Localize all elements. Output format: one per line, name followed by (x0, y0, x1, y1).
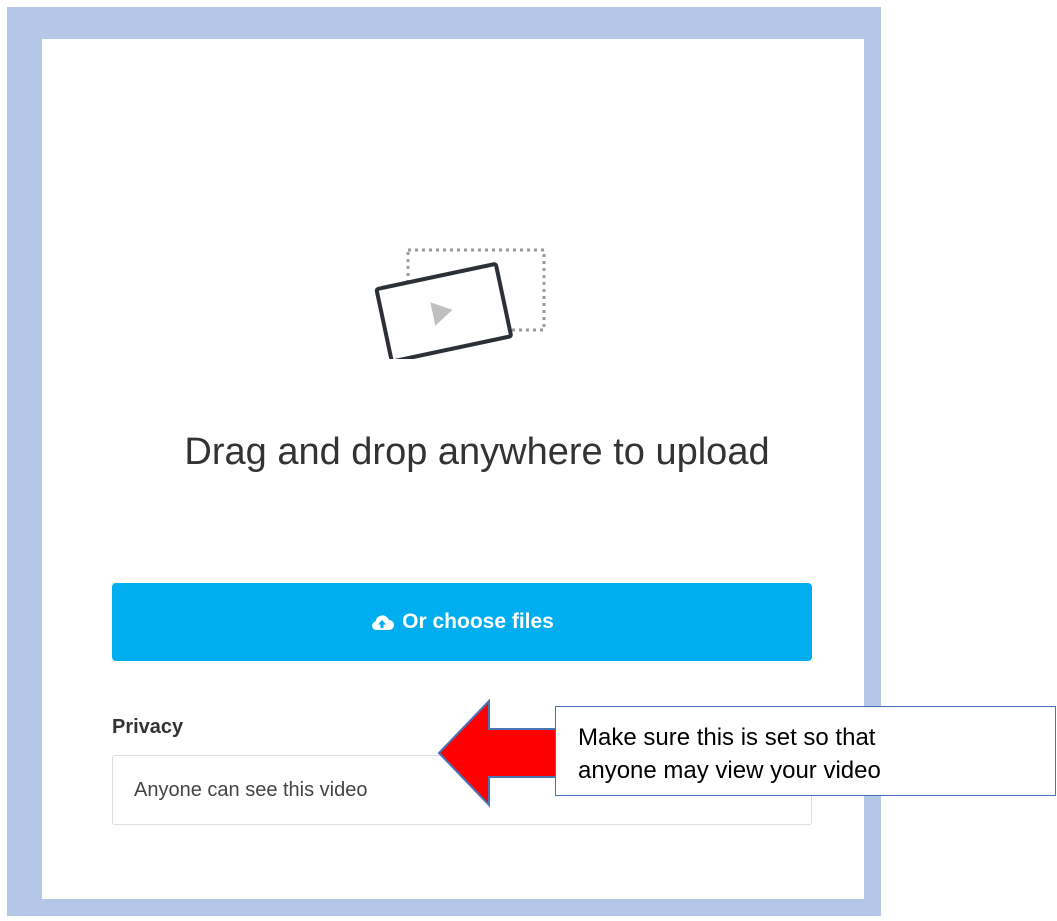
drop-title: Drag and drop anywhere to upload (184, 431, 770, 473)
privacy-label: Privacy (112, 716, 184, 738)
choose-files-button[interactable]: Or choose files (112, 583, 812, 661)
red-arrow-icon (437, 698, 562, 808)
annotation-line-2: anyone may view your video (578, 757, 881, 784)
video-frame-icon (374, 248, 546, 359)
cloud-upload-icon (372, 615, 395, 630)
annotation-line-1: Make sure this is set so that (578, 724, 876, 751)
privacy-selected-value: Anyone can see this video (134, 778, 368, 801)
annotation-callout: Make sure this is set so that anyone may… (555, 706, 1056, 796)
choose-files-label: Or choose files (402, 610, 554, 633)
